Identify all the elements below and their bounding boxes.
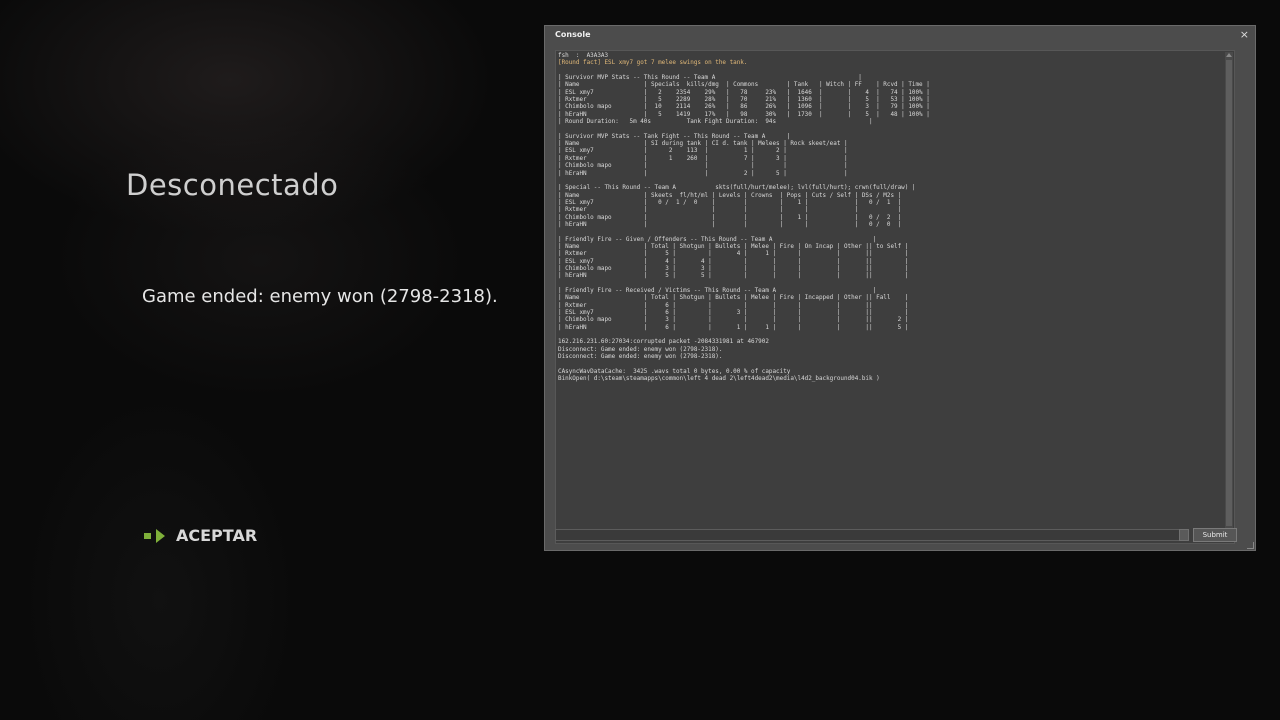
log-line: | Friendly Fire -- Given / Offenders -- … [558, 235, 877, 243]
close-icon[interactable]: × [1240, 28, 1249, 41]
log-line: | Rxtmer | 1 260 | 7 | 3 | | [558, 154, 848, 162]
log-line: | Special -- This Round -- Team A skts(f… [558, 184, 916, 192]
log-line: | ESL xmy7 | 4 | 4 | | | | | || | [558, 257, 909, 265]
log-line: | Rxtmer | 5 2289 28% | 70 21% | 1360 | … [558, 96, 930, 104]
log-line: Disconnect: Game ended: enemy won (2798-… [558, 345, 723, 353]
console-titlebar[interactable]: Console × [545, 26, 1255, 46]
arrow-right-icon [144, 532, 151, 539]
accept-button[interactable]: ACEPTAR [144, 526, 257, 545]
log-top-line: fsh : A3A3A3 [558, 52, 609, 59]
console-input[interactable] [555, 529, 1189, 541]
dialog-message: Game ended: enemy won (2798-2318). [142, 286, 498, 307]
arrow-head-icon [156, 528, 165, 543]
log-line: | Chimbolo mapo | 10 2114 26% | 86 26% |… [558, 103, 930, 111]
history-dropdown-icon[interactable] [1179, 529, 1189, 541]
console-title: Console [555, 30, 591, 39]
log-line: | Friendly Fire -- Received / Victims --… [558, 287, 877, 294]
log-line: | Rxtmer | 5 | | 4 | 1 | | | || | [558, 250, 909, 258]
log-line: | Rxtmer | 6 | | | | | | || | [558, 301, 909, 309]
log-line: | Name | Skeets fl/ht/ml | Levels | Crow… [558, 191, 902, 199]
log-line: | ESL xmy7 | 2 2354 29% | 78 23% | 1646 … [558, 88, 930, 96]
scroll-up-icon[interactable] [1226, 52, 1232, 58]
log-line: | hEraHN | | 2 | 5 | | [558, 169, 848, 177]
log-line: Disconnect: Game ended: enemy won (2798-… [558, 353, 723, 361]
log-line: | Name | SI during tank | CI d. tank | M… [558, 140, 848, 148]
log-line: CAsyncWavDataCache: 3425 .wavs total 0 b… [558, 367, 791, 375]
log-line: 162.216.231.60:27034:corrupted packet -2… [558, 338, 769, 346]
submit-button[interactable]: Submit [1193, 528, 1237, 542]
log-line: | Survivor MVP Stats -- Tank Fight -- Th… [558, 132, 791, 140]
log-line: | Rxtmer | | | | | | | [558, 206, 902, 214]
log-line: | Round Duration: 5m 40s Tank Fight Dura… [558, 118, 873, 126]
round-fact-line: [Round fact] ESL xmy7 got 7 melee swings… [558, 59, 748, 67]
log-line: | ESL xmy7 | 2 113 | 1 | 2 | | [558, 147, 848, 155]
log-line: | Chimbolo mapo | 3 | | | | | | || 2 | [558, 316, 909, 324]
dialog-title: Desconectado [126, 168, 339, 202]
console-window: Console × fsh : A3A3A3 [Round fact] ESL … [544, 25, 1256, 551]
log-line: | Name | Specials kills/dmg | Commons | … [558, 81, 930, 89]
log-line: | hEraHN | 5 | 5 | | | | | || | [558, 272, 909, 280]
log-line: | Chimbolo mapo | | | | 1 | | 0 / 2 | [558, 213, 902, 221]
log-line: | Chimbolo mapo | | | | | [558, 162, 848, 170]
log-line: | ESL xmy7 | 0 / 1 / 0 | | | 1 | | 0 / 1… [558, 198, 902, 206]
accept-label: ACEPTAR [176, 526, 258, 545]
scroll-thumb[interactable] [1226, 60, 1232, 526]
log-line: | hEraHN | 6 | | 1 | 1 | | | || 5 | [558, 323, 909, 331]
log-line: | hEraHN | | | | | | 0 / 0 | [558, 220, 902, 228]
log-body: | Survivor MVP Stats -- This Round -- Te… [558, 74, 930, 382]
console-log[interactable]: fsh : A3A3A3 [Round fact] ESL xmy7 got 7… [555, 50, 1235, 544]
console-scrollbar[interactable] [1225, 52, 1233, 542]
log-line: BinkOpen( d:\steam\steamapps\common\left… [558, 375, 880, 383]
log-line: | hEraHN | 5 1419 17% | 98 30% | 1730 | … [558, 110, 930, 118]
log-line: | Name | Total | Shotgun | Bullets | Mel… [558, 242, 909, 250]
log-line: | Survivor MVP Stats -- This Round -- Te… [558, 74, 862, 82]
log-line: | ESL xmy7 | 6 | | 3 | | | | || | [558, 309, 909, 317]
resize-grip-icon[interactable] [1247, 542, 1254, 549]
log-line: | Name | Total | Shotgun | Bullets | Mel… [558, 294, 909, 302]
log-line: | Chimbolo mapo | 3 | 3 | | | | | || | [558, 264, 909, 272]
console-log-text: fsh : A3A3A3 [Round fact] ESL xmy7 got 7… [556, 51, 1234, 383]
